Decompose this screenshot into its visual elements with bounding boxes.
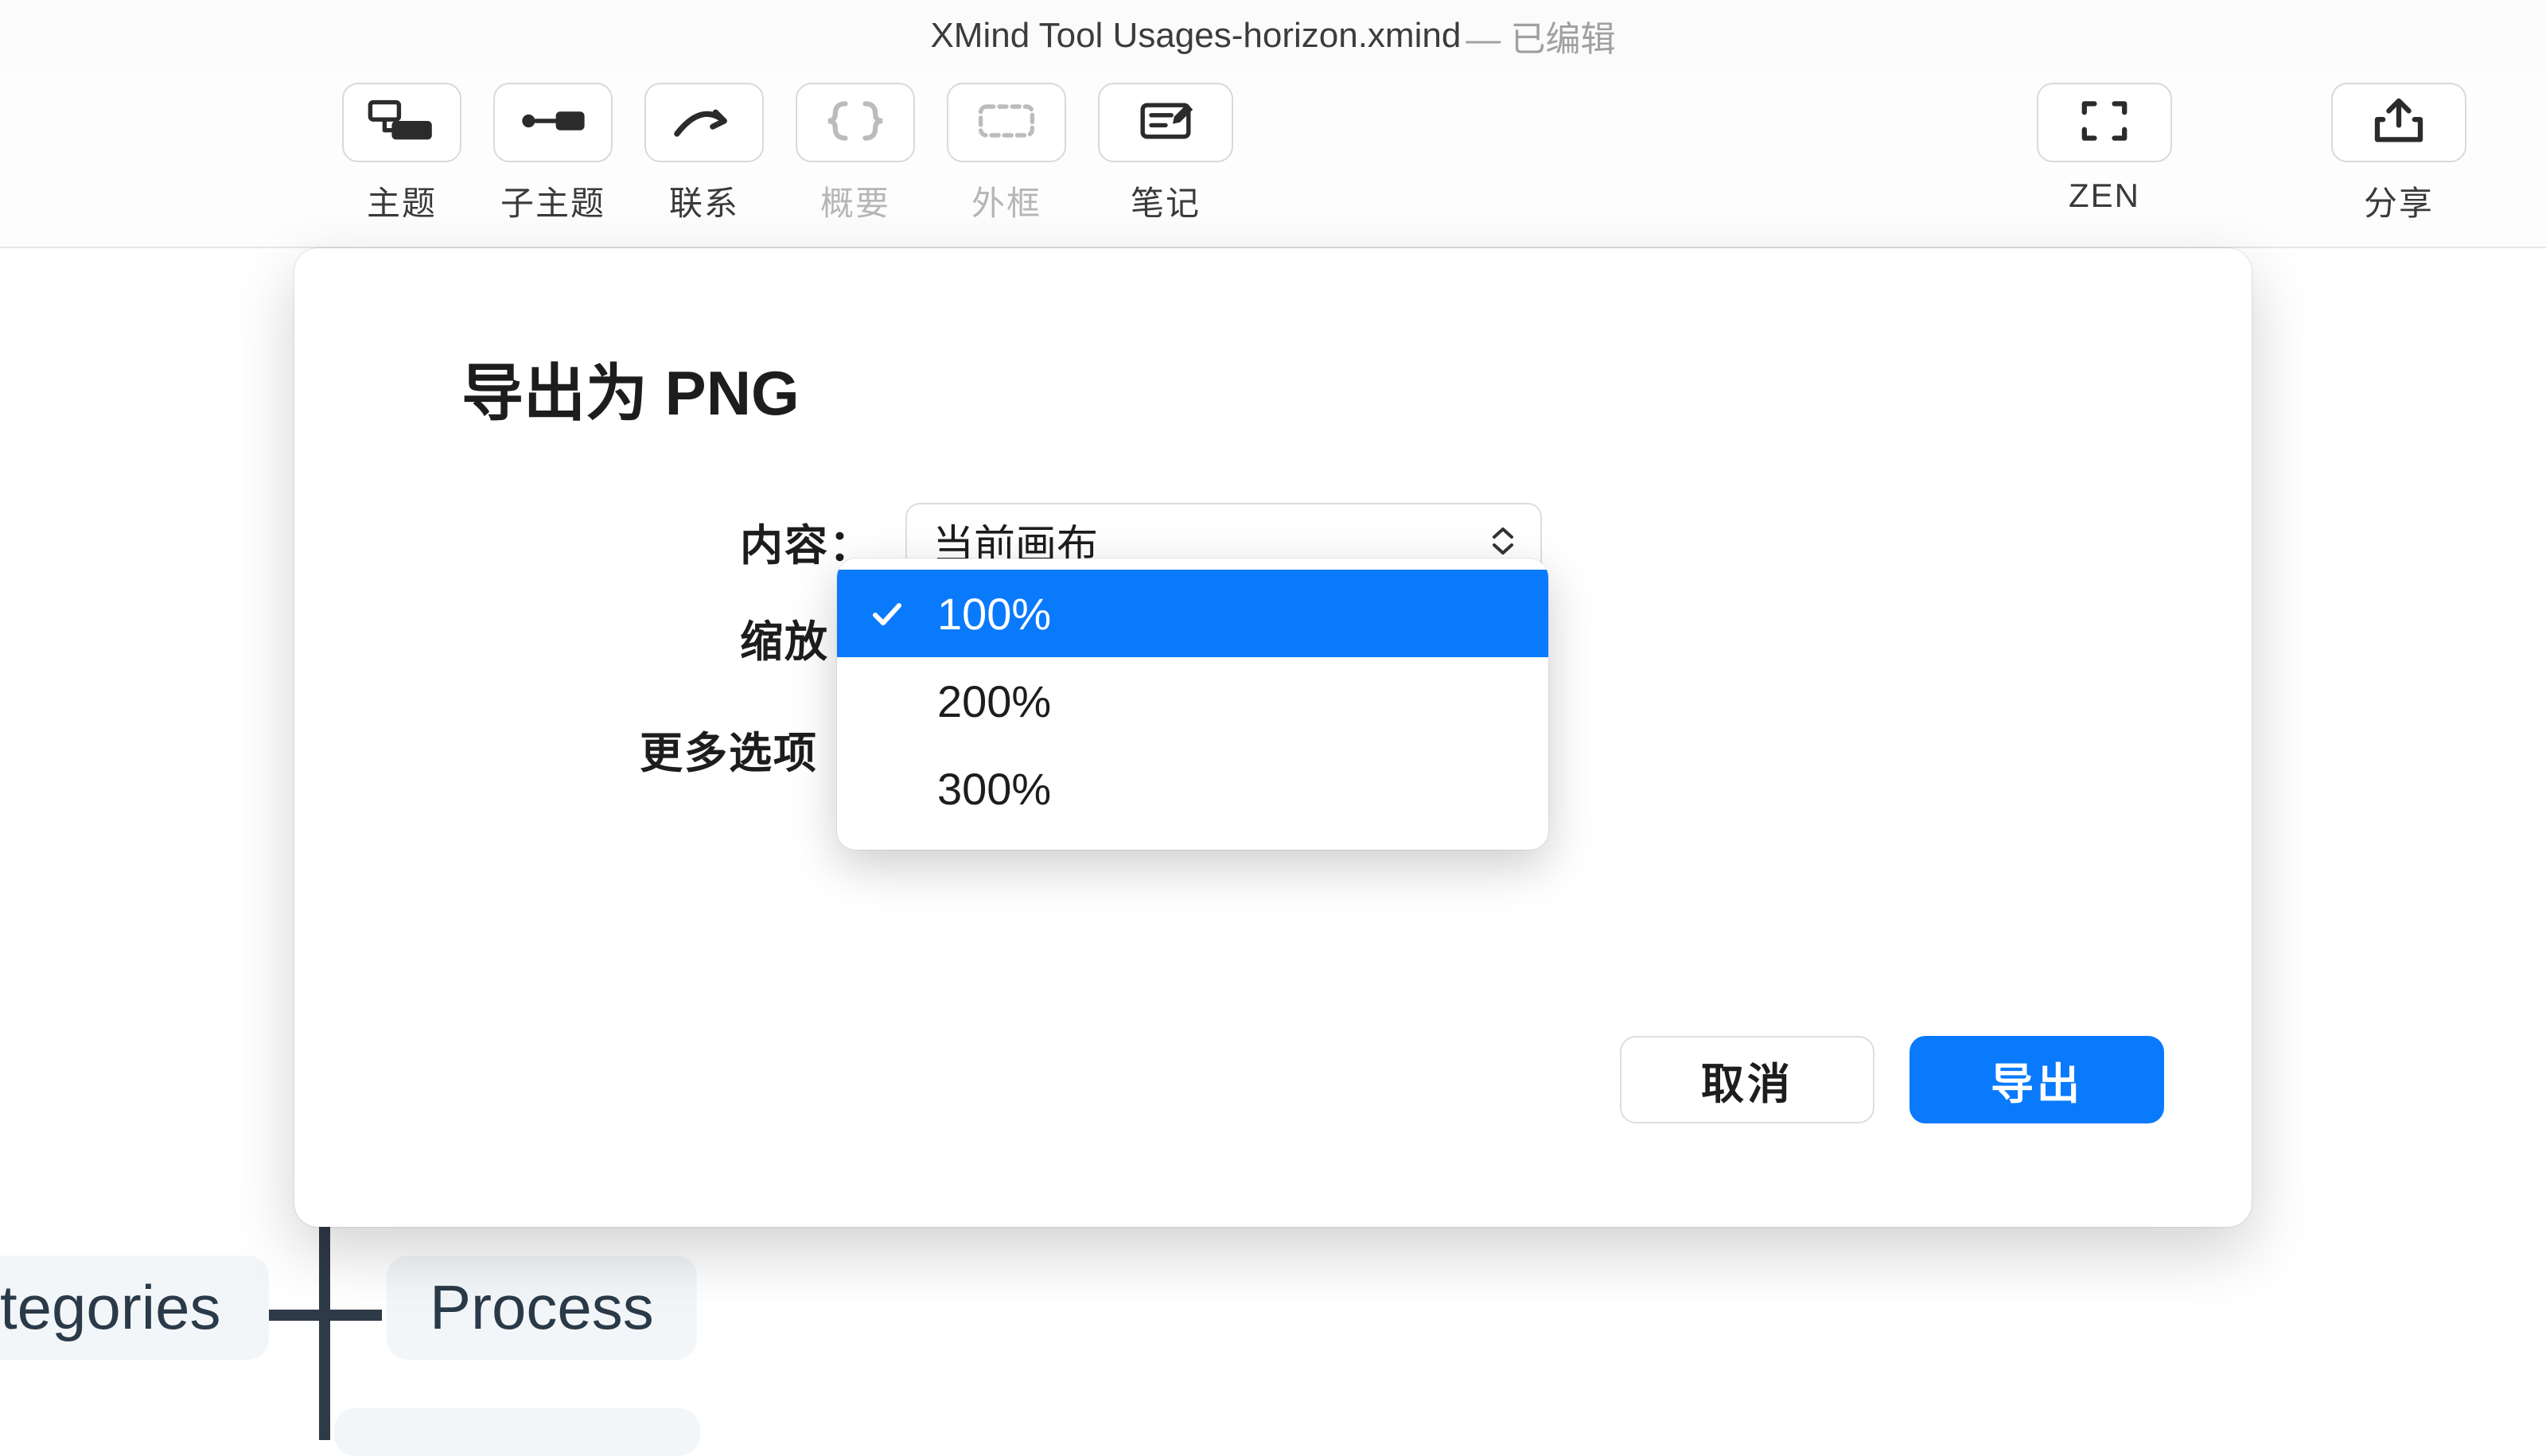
dialog-footer: 取消 导出 xyxy=(1620,1036,2164,1123)
notes-label: 笔记 xyxy=(1131,177,1201,225)
share-icon xyxy=(2363,97,2435,149)
export-button[interactable]: 导出 xyxy=(1910,1036,2164,1123)
window-title-suffix: — 已编辑 xyxy=(1466,10,1615,61)
cancel-label: 取消 xyxy=(1701,1049,1793,1111)
notes-icon xyxy=(1130,97,1201,149)
export-label: 导出 xyxy=(1991,1049,2083,1111)
notes-button[interactable]: 笔记 xyxy=(1098,83,1233,225)
zen-label: ZEN xyxy=(2069,177,2140,215)
summary-icon xyxy=(819,97,891,149)
more-options-label: 更多选项 xyxy=(640,718,818,781)
topic-button[interactable]: 主题 xyxy=(342,83,461,225)
mindmap-node[interactable]: Process xyxy=(387,1256,697,1360)
zoom-option-200[interactable]: 200% xyxy=(837,657,1548,745)
topic-icon xyxy=(366,97,438,149)
boundary-button: 外框 xyxy=(947,83,1066,225)
zoom-option-300[interactable]: 300% xyxy=(837,745,1548,832)
zoom-option-100[interactable]: 100% xyxy=(837,570,1548,657)
zoom-label: 缩放 xyxy=(740,606,829,669)
share-label: 分享 xyxy=(2364,177,2434,225)
check-icon xyxy=(870,598,926,629)
subtopic-label: 子主题 xyxy=(500,177,605,225)
subtopic-button[interactable]: 子主题 xyxy=(493,83,613,225)
zen-button[interactable]: ZEN xyxy=(2037,83,2172,225)
export-png-dialog: 导出为 PNG 内容： 当前画布 缩放 更多选项 100% 200% xyxy=(294,248,2252,1227)
boundary-label: 外框 xyxy=(971,177,1041,225)
zoom-option-label: 200% xyxy=(937,675,1051,727)
mindmap-connector xyxy=(263,1310,382,1321)
window-titlebar: XMind Tool Usages-horizon.xmind — 已编辑 xyxy=(0,0,2546,72)
relationship-label: 联系 xyxy=(669,177,739,225)
zoom-option-label: 300% xyxy=(937,763,1051,815)
boundary-icon xyxy=(971,97,1042,149)
mindmap-node[interactable] xyxy=(334,1408,700,1456)
zoom-dropdown: 100% 200% 300% xyxy=(837,559,1548,850)
mindmap-node[interactable]: tegories xyxy=(0,1256,269,1360)
share-button[interactable]: 分享 xyxy=(2331,83,2466,225)
toolbar-right-group: ZEN 分享 xyxy=(2037,83,2466,225)
updown-stepper-icon xyxy=(1491,526,1515,556)
summary-label: 概要 xyxy=(820,177,890,225)
dialog-title: 导出为 PNG xyxy=(461,344,800,433)
summary-button: 概要 xyxy=(796,83,915,225)
topic-label: 主题 xyxy=(367,177,437,225)
fullscreen-icon xyxy=(2069,97,2140,149)
subtopic-icon xyxy=(517,97,589,149)
zoom-option-label: 100% xyxy=(937,588,1051,640)
mindmap-connector xyxy=(319,1217,330,1440)
more-options-row: 更多选项 xyxy=(640,718,850,781)
cancel-button[interactable]: 取消 xyxy=(1620,1036,1874,1123)
relationship-button[interactable]: 联系 xyxy=(644,83,764,225)
window-title: XMind Tool Usages-horizon.xmind xyxy=(930,16,1461,56)
toolbar-left-group: 主题 子主题 xyxy=(342,83,1233,225)
main-toolbar: 主题 子主题 xyxy=(0,72,2546,248)
relationship-icon xyxy=(668,97,740,149)
